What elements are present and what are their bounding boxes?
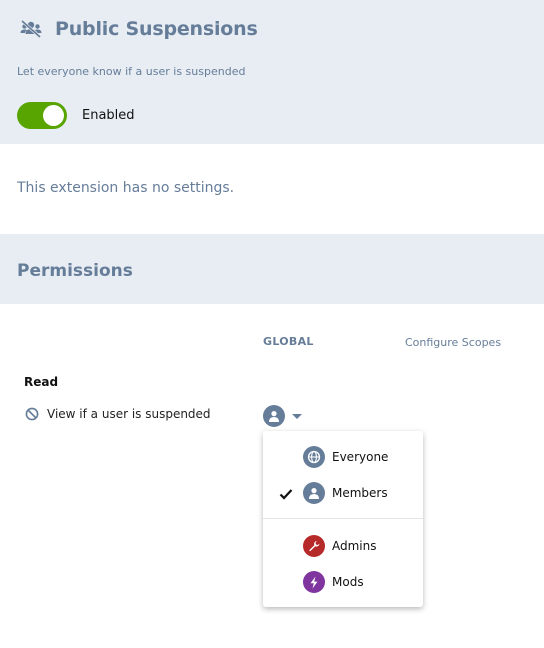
permissions-title: Permissions: [17, 261, 133, 281]
enabled-toggle[interactable]: [17, 102, 67, 129]
dropdown-item-label: Admins: [332, 539, 377, 553]
dropdown-item-mods[interactable]: Mods: [263, 567, 423, 597]
permission-row: View if a user is suspended: [25, 407, 211, 421]
enable-toggle-row: Enabled: [17, 102, 135, 129]
toggle-knob: [43, 105, 64, 126]
extension-title-row: Public Suspensions: [20, 18, 258, 40]
extension-description: Let everyone know if a user is suspended: [17, 65, 246, 78]
ban-icon: [25, 407, 39, 421]
permission-label: View if a user is suspended: [47, 407, 211, 421]
wrench-icon: [303, 535, 325, 557]
global-column-header: GLOBAL: [263, 335, 314, 348]
group-dropdown-menu: Everyone Members Admins Mods: [263, 431, 423, 607]
checkmark-icon: [279, 486, 293, 500]
dropdown-item-label: Everyone: [332, 450, 389, 464]
chevron-down-icon: [292, 413, 302, 419]
users-slash-icon: [20, 18, 42, 40]
permission-group-selector[interactable]: [263, 405, 302, 427]
user-icon: [263, 405, 285, 427]
toggle-label: Enabled: [82, 108, 135, 123]
user-icon: [303, 482, 325, 504]
globe-icon: [303, 446, 325, 468]
dropdown-item-members[interactable]: Members: [263, 478, 423, 508]
configure-scopes-link[interactable]: Configure Scopes: [405, 336, 501, 349]
no-settings-message: This extension has no settings.: [17, 180, 235, 196]
dropdown-item-label: Members: [332, 486, 388, 500]
bolt-icon: [303, 571, 325, 593]
dropdown-item-admins[interactable]: Admins: [263, 531, 423, 561]
dropdown-item-everyone[interactable]: Everyone: [263, 442, 423, 472]
dropdown-divider: [263, 518, 423, 519]
dropdown-item-label: Mods: [332, 575, 364, 589]
read-section-heading: Read: [24, 375, 59, 389]
extension-title: Public Suspensions: [55, 18, 258, 40]
